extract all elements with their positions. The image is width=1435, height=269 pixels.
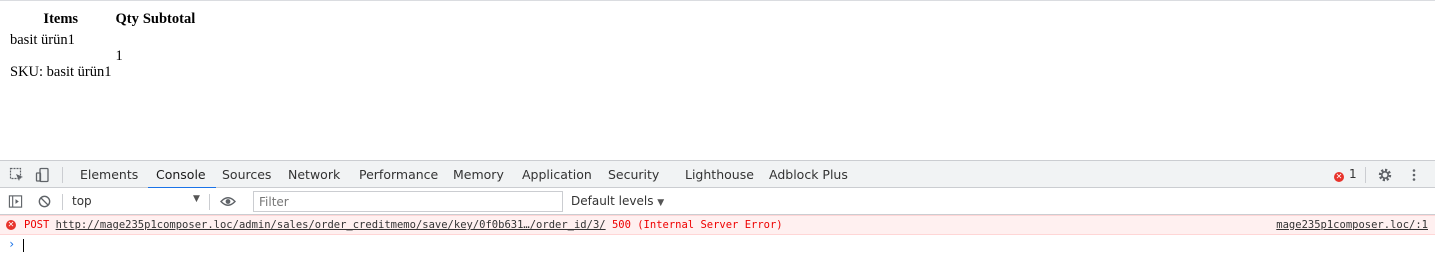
toolbar-divider — [62, 194, 63, 210]
qty-cell: 1 — [115, 48, 123, 64]
tab-performance[interactable]: Performance — [359, 161, 438, 188]
table-row: basit ürün1 SKU: basit ürün1 1 — [9, 31, 196, 82]
chevron-down-icon: ▼ — [657, 198, 665, 208]
request-method: POST — [24, 219, 50, 231]
subtotal-cell — [142, 31, 196, 82]
toolbar-divider — [1365, 167, 1366, 183]
item-cell: basit ürün1 SKU: basit ürün1 — [9, 31, 113, 82]
subtotal-header: Subtotal — [142, 11, 196, 27]
log-levels-label: Default levels — [571, 194, 654, 208]
chevron-down-icon[interactable]: ▼ — [193, 194, 200, 204]
response-status: 500 (Internal Server Error) — [611, 219, 783, 231]
tab-network[interactable]: Network — [288, 161, 340, 188]
error-text: POST http://mage235p1composer.loc/admin/… — [24, 216, 783, 234]
table-header-row: Items Qty Subtotal — [9, 10, 196, 29]
item-sku: SKU: basit ürün1 — [10, 64, 112, 80]
request-url-link[interactable]: http://mage235p1composer.loc/admin/sales… — [56, 219, 606, 231]
item-name: basit ürün1 — [10, 32, 75, 48]
live-expression-eye-icon[interactable] — [220, 195, 236, 208]
items-header: Items — [43, 11, 79, 27]
tab-memory[interactable]: Memory — [453, 161, 504, 188]
device-toolbar-icon[interactable] — [35, 167, 51, 183]
tab-console[interactable]: Console — [148, 161, 216, 189]
filter-input[interactable] — [253, 191, 563, 212]
error-count-badge[interactable]: ✕ 1 — [1334, 161, 1357, 188]
tab-security[interactable]: Security — [608, 161, 659, 188]
tab-application[interactable]: Application — [522, 161, 592, 188]
console-error-message: ✕ POST http://mage235p1composer.loc/admi… — [0, 215, 1435, 235]
inspect-element-icon[interactable] — [9, 167, 25, 183]
page-content: Items Qty Subtotal basit ürün1 SKU: basi… — [0, 0, 1435, 160]
source-link[interactable]: mage235p1composer.loc/:1 — [1276, 216, 1428, 234]
devtools-tabbar: Elements Console Sources Network Perform… — [0, 161, 1435, 189]
devtools-panel: Elements Console Sources Network Perform… — [0, 160, 1435, 269]
tab-sources[interactable]: Sources — [222, 161, 271, 188]
error-icon: ✕ — [1334, 172, 1344, 182]
toolbar-divider — [209, 194, 210, 210]
error-count: 1 — [1349, 167, 1357, 181]
toolbar-divider — [62, 167, 63, 183]
settings-gear-icon[interactable] — [1377, 167, 1393, 183]
log-levels-dropdown[interactable]: Default levels ▼ — [571, 194, 664, 208]
console-prompt-icon: › — [8, 237, 16, 251]
more-options-icon[interactable] — [1406, 167, 1422, 183]
context-selector[interactable]: top — [72, 194, 92, 208]
console-toolbar: top ▼ Default levels ▼ — [0, 188, 1435, 215]
console-input-caret[interactable] — [23, 239, 24, 252]
qty-header: Qty — [115, 11, 139, 27]
tab-adblock-plus[interactable]: Adblock Plus — [769, 161, 848, 188]
error-icon: ✕ — [6, 220, 16, 230]
tab-elements[interactable]: Elements — [80, 161, 138, 188]
clear-console-icon[interactable] — [37, 194, 52, 209]
order-items-table: Items Qty Subtotal basit ürün1 SKU: basi… — [7, 8, 198, 84]
show-sidebar-icon[interactable] — [8, 194, 23, 209]
tab-lighthouse[interactable]: Lighthouse — [685, 161, 754, 188]
